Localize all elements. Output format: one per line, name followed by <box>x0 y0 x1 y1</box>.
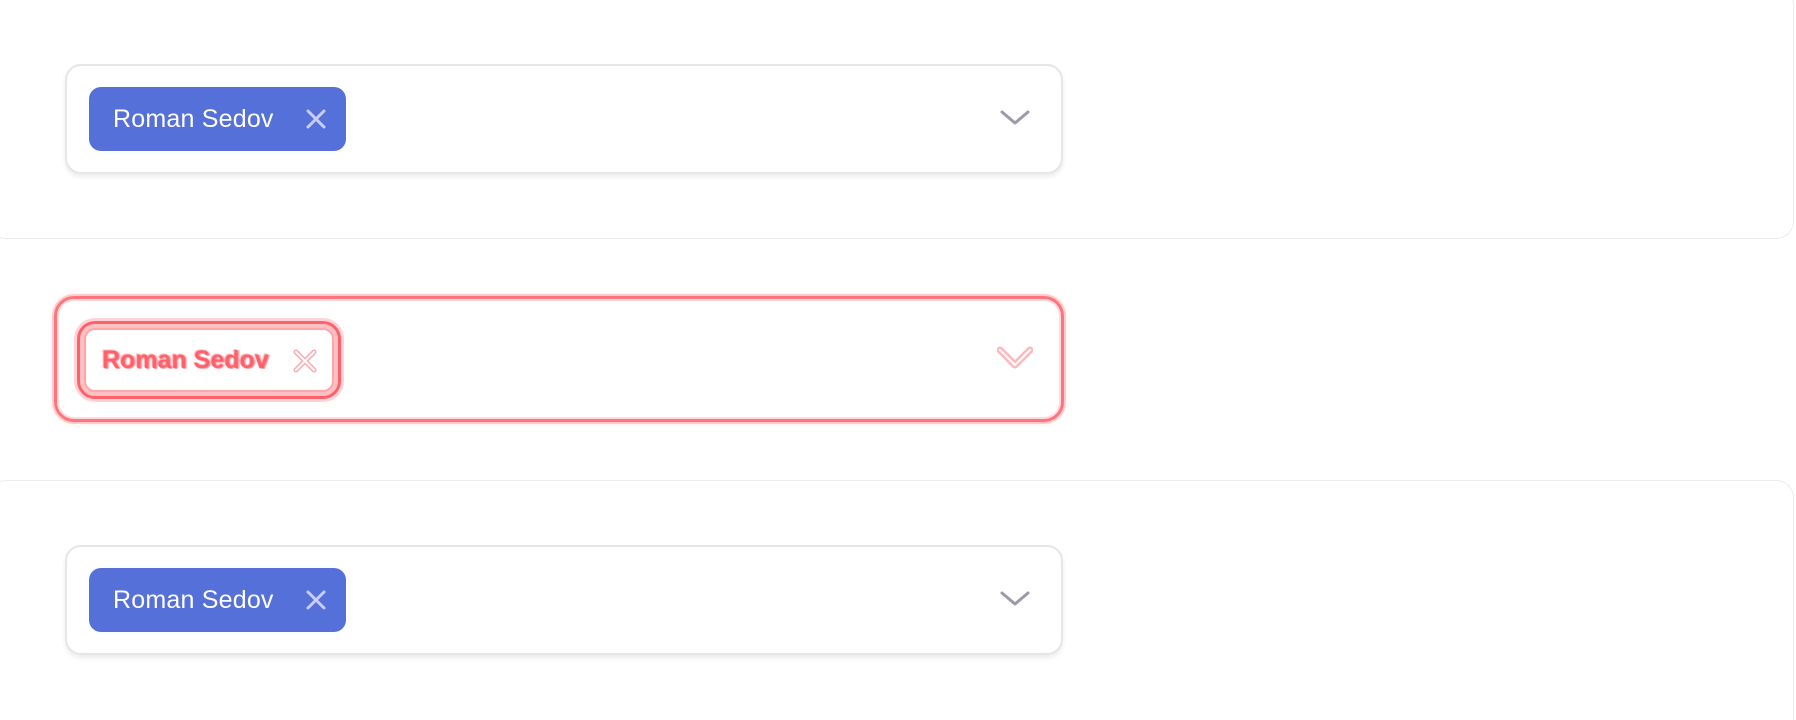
close-icon[interactable] <box>304 107 328 131</box>
ghost-selected-tag: Roman Sedov <box>77 321 341 399</box>
close-icon <box>292 348 318 374</box>
chevron-down-icon[interactable] <box>999 108 1031 128</box>
chevron-down-icon <box>996 345 1034 371</box>
tag-label: Roman Sedov <box>113 585 274 614</box>
selected-tag: Roman Sedov <box>89 568 346 632</box>
multiselect-input[interactable]: Roman Sedov <box>65 64 1063 174</box>
stage: Roman Sedov Roman Sedov Roman Sedov <box>0 0 1796 720</box>
chevron-down-icon[interactable] <box>999 589 1031 609</box>
close-icon[interactable] <box>304 588 328 612</box>
ghost-tag-label: Roman Sedov <box>102 345 269 374</box>
selected-tag: Roman Sedov <box>89 87 346 151</box>
multiselect-input[interactable]: Roman Sedov <box>65 545 1063 655</box>
ghost-multiselect: Roman Sedov <box>54 296 1064 422</box>
tag-label: Roman Sedov <box>113 104 274 133</box>
